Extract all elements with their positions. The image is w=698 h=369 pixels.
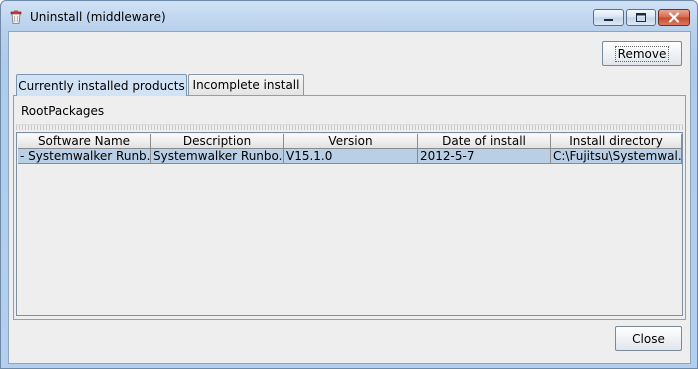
table-row[interactable]: - Systemwalker Runb... Systemwalker Runb…: [18, 149, 682, 164]
minimize-icon: [604, 19, 613, 21]
uninstall-window: Uninstall (middleware) Remove Currently …: [0, 0, 698, 369]
root-packages-label: RootPackages: [21, 104, 105, 118]
column-header-date-of-install[interactable]: Date of install: [418, 134, 551, 149]
cell-software-name: - Systemwalker Runb...: [18, 149, 151, 164]
window-close-button[interactable]: [658, 9, 690, 26]
column-header-version[interactable]: Version: [284, 134, 418, 149]
trash-can-icon: [10, 10, 22, 24]
minimize-button[interactable]: [593, 9, 624, 26]
cell-description: Systemwalker Runbo...: [151, 149, 284, 164]
split-divider[interactable]: [16, 124, 683, 130]
tab-panel: RootPackages Software Name Description V…: [13, 95, 686, 320]
remove-button-label: Remove: [614, 45, 670, 62]
close-button[interactable]: Close: [615, 326, 682, 351]
cell-version: V15.1.0: [284, 149, 418, 164]
column-header-software-name[interactable]: Software Name: [18, 134, 151, 149]
title-bar[interactable]: Uninstall (middleware): [1, 1, 697, 31]
cell-install-directory: C:\Fujitsu\Systemwal...: [551, 149, 682, 164]
table-header: Software Name Description Version Date o…: [18, 134, 682, 149]
tab-incomplete-install[interactable]: Incomplete install: [188, 74, 304, 95]
column-header-install-directory[interactable]: Install directory: [551, 134, 682, 149]
products-table: Software Name Description Version Date o…: [16, 132, 683, 316]
close-icon: [668, 12, 680, 23]
column-header-description[interactable]: Description: [151, 134, 284, 149]
maximize-icon: [636, 13, 646, 22]
cell-date-of-install: 2012-5-7: [418, 149, 551, 164]
dialog-content: Remove Currently installed products Inco…: [8, 31, 691, 364]
tab-currently-installed[interactable]: Currently installed products: [16, 74, 187, 96]
maximize-button[interactable]: [626, 9, 656, 26]
window-title: Uninstall (middleware): [30, 10, 166, 24]
remove-button[interactable]: Remove: [602, 41, 682, 66]
